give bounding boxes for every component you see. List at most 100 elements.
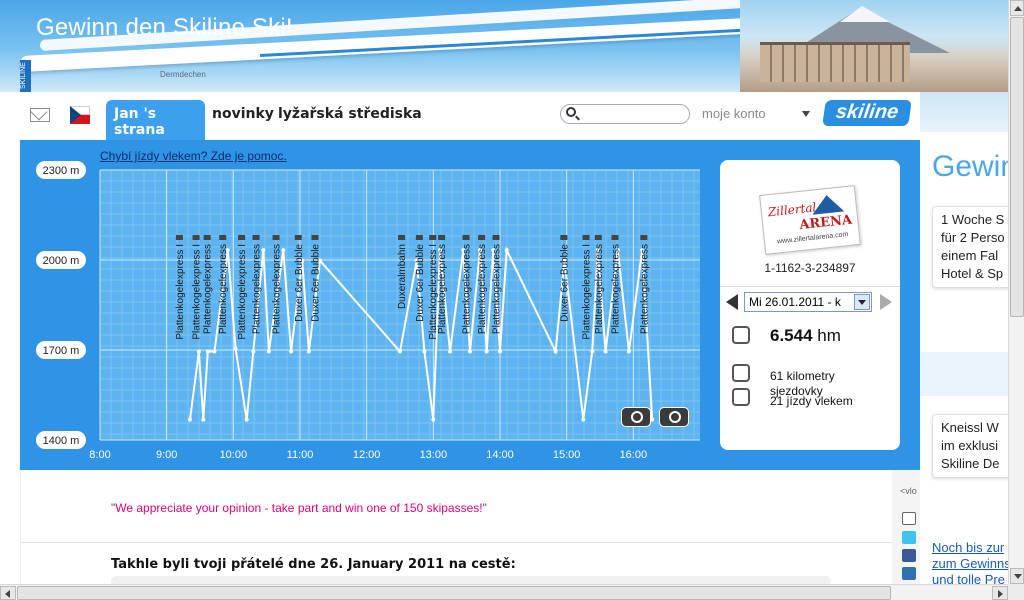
elevation-point bbox=[306, 349, 311, 354]
friends-list-box bbox=[111, 576, 831, 584]
lift-label: Plattenkogelexpress I bbox=[192, 244, 203, 340]
elevation-point bbox=[201, 417, 206, 422]
facebook-icon[interactable] bbox=[902, 549, 916, 562]
elevation-chart: 8:00 9:00 10:00 11:00 12:00 13:00 14:00 15:00 16… bbox=[36, 161, 700, 461]
elevation-point bbox=[504, 248, 509, 253]
nav-link-resorts[interactable]: lyžařská střediska bbox=[278, 106, 422, 122]
elevation-point bbox=[251, 349, 256, 354]
panel-image bbox=[920, 352, 1008, 396]
account-link[interactable]: moje konto bbox=[702, 106, 766, 121]
stat-vertical-meters: 6.544 hm bbox=[770, 326, 841, 345]
elevation-point bbox=[498, 349, 502, 354]
elevation-point bbox=[289, 349, 294, 354]
lift-marker bbox=[415, 235, 423, 240]
social-more[interactable]: <vlo bbox=[900, 486, 917, 496]
friends-section-title: Takhle byli tvoji přátelé dne 26. Januar… bbox=[111, 557, 516, 572]
lift-marker bbox=[429, 235, 437, 240]
tab-my-page[interactable]: Jan 's strana bbox=[106, 100, 205, 140]
lift-label: Duxer 6er Bubble bbox=[415, 244, 426, 322]
promo-deadline-link[interactable]: Noch bis zur zum Gewinns und tolle Pre bbox=[932, 540, 1008, 584]
stat-kilometers: 61 kilometry bbox=[770, 369, 835, 383]
mountain-snow bbox=[840, 6, 890, 22]
x-tick-label: 16:00 bbox=[620, 449, 648, 461]
social-share-strip: <vlo bbox=[892, 470, 920, 584]
previous-day-arrow-icon[interactable] bbox=[726, 294, 738, 310]
lift-marker bbox=[272, 235, 280, 240]
lift-label: Plattenkogelexpress bbox=[203, 244, 214, 334]
scrollbar-thumb[interactable] bbox=[1010, 17, 1024, 317]
lift-label: Plattenkogelexpress bbox=[462, 244, 473, 334]
skiline-logo[interactable]: skiline bbox=[822, 100, 912, 126]
right-promo-panel: Gewinn 1 Woche S für 2 Perso einem Fal H… bbox=[920, 92, 1008, 584]
vertical-scrollbar[interactable] bbox=[1008, 0, 1024, 584]
date-select[interactable]: Mi 26.01.2011 - k bbox=[744, 292, 872, 312]
elevation-point bbox=[581, 417, 586, 422]
lift-label: Plattenkogelexpress bbox=[437, 244, 448, 334]
lift-label: Plattenkogelexpress bbox=[252, 244, 263, 334]
search-icon[interactable] bbox=[566, 107, 576, 117]
missing-lifts-help-link[interactable]: Chybí jízdy vlekem? Zde je pomoc. bbox=[100, 149, 287, 163]
mail-icon[interactable] bbox=[30, 108, 50, 122]
zoom-in-button[interactable] bbox=[621, 407, 651, 427]
next-day-arrow-icon[interactable] bbox=[880, 294, 892, 310]
lift-label: Plattenkogelexpress bbox=[639, 244, 650, 334]
elevation-point bbox=[590, 349, 595, 354]
lift-marker bbox=[175, 235, 183, 240]
promo-banner[interactable]: Gewinn den Skiline Ski! SKILINE Dermdech… bbox=[0, 0, 1008, 92]
lift-marker bbox=[238, 235, 246, 240]
mail-share-icon[interactable] bbox=[902, 512, 916, 525]
lift-marker bbox=[219, 235, 227, 240]
group-icon[interactable] bbox=[902, 567, 916, 580]
lift-label: Plattenkogelexpress I bbox=[175, 244, 186, 340]
lift-marker bbox=[594, 235, 602, 240]
elevation-point bbox=[266, 349, 271, 354]
elevation-point bbox=[205, 349, 210, 354]
elevation-point bbox=[196, 349, 201, 354]
elevation-point bbox=[188, 417, 192, 422]
nav-link-news[interactable]: novinky bbox=[212, 106, 274, 122]
lift-marker bbox=[203, 235, 211, 240]
distance-icon bbox=[732, 364, 750, 382]
y-tick-label: 1400 m bbox=[43, 435, 80, 447]
lift-marker bbox=[611, 235, 619, 240]
print-button[interactable] bbox=[659, 407, 689, 427]
x-tick-label: 12:00 bbox=[353, 449, 381, 461]
feedback-promo-link[interactable]: "We appreciate your opinion - take part … bbox=[111, 501, 487, 515]
lift-label: Duxer 6er Bubble bbox=[310, 244, 321, 322]
elevation-point bbox=[553, 349, 558, 354]
elevation-point bbox=[603, 349, 608, 354]
lift-label: Plattenkogelexpress bbox=[477, 244, 488, 334]
scrollbar-thumb[interactable] bbox=[17, 586, 891, 600]
lift-marker bbox=[560, 235, 568, 240]
panel-image bbox=[920, 92, 1008, 132]
elevation-point bbox=[431, 417, 436, 422]
y-tick-label: 2300 m bbox=[43, 165, 80, 177]
lift-marker bbox=[582, 235, 590, 240]
x-tick-label: 11:00 bbox=[287, 449, 314, 461]
promo-card-kneissl[interactable]: Kneissl W im exklusi Skiline De bbox=[932, 414, 1008, 478]
czech-flag-icon[interactable] bbox=[70, 106, 90, 124]
twitter-icon[interactable] bbox=[902, 531, 916, 544]
lift-marker bbox=[438, 235, 446, 240]
promo-card-week[interactable]: 1 Woche S für 2 Perso einem Fal Hotel & … bbox=[932, 206, 1008, 288]
resort-logo[interactable]: Zillertal ARENA www.zillertalarena.com bbox=[759, 185, 861, 255]
browser-viewport: Gewinn den Skiline Ski! SKILINE Dermdech… bbox=[0, 0, 1008, 584]
lift-marker bbox=[640, 235, 648, 240]
y-tick-label: 2000 m bbox=[43, 255, 80, 267]
elevation-point bbox=[448, 349, 452, 354]
x-tick-label: 9:00 bbox=[156, 449, 177, 461]
horizontal-scrollbar[interactable] bbox=[0, 584, 1008, 600]
lift-label: Plattenkogelexpress bbox=[218, 244, 229, 334]
lift-icon bbox=[732, 388, 750, 406]
promo-heading: Gewinn bbox=[932, 150, 1008, 183]
scroll-right-arrow-icon[interactable] bbox=[992, 586, 1008, 600]
chevron-down-icon[interactable] bbox=[854, 294, 870, 310]
search-input[interactable] bbox=[560, 104, 690, 124]
chevron-down-icon[interactable] bbox=[802, 111, 810, 117]
x-tick-label: 8:00 bbox=[89, 449, 110, 461]
banner-side-tab[interactable]: SKILINE bbox=[20, 60, 31, 92]
scroll-down-arrow-icon[interactable] bbox=[1010, 568, 1024, 584]
scroll-up-arrow-icon[interactable] bbox=[1010, 0, 1024, 16]
x-tick-label: 15:00 bbox=[553, 449, 581, 461]
scroll-left-arrow-icon[interactable] bbox=[0, 586, 16, 600]
